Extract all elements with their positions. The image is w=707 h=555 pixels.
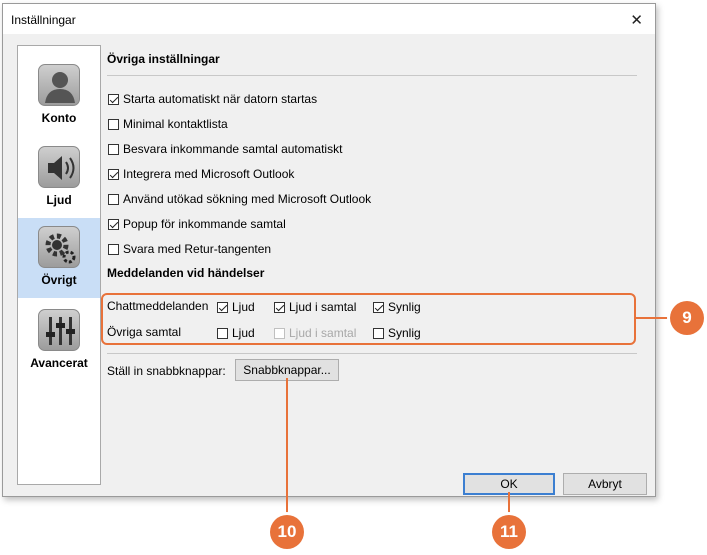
checkbox-label: Ljud i samtal — [289, 326, 357, 340]
callout-10: 10 — [270, 515, 304, 549]
option-minimal-contact-list[interactable]: Minimal kontaktlista — [108, 116, 228, 132]
option-incoming-call-popup[interactable]: Popup för inkommande samtal — [108, 216, 286, 232]
sidebar-item-label: Konto — [41, 111, 77, 125]
divider — [107, 75, 637, 76]
other-calls-visible[interactable]: Synlig — [373, 325, 421, 341]
checkbox[interactable] — [217, 327, 228, 339]
divider — [107, 353, 637, 354]
checkbox[interactable] — [217, 301, 228, 313]
checkbox[interactable] — [108, 243, 119, 255]
shortcuts-label: Ställ in snabbknappar: — [107, 364, 226, 378]
option-outlook-integration[interactable]: Integrera med Microsoft Outlook — [108, 166, 294, 182]
event-label-chat: Chattmeddelanden — [107, 299, 209, 313]
checkbox[interactable] — [373, 327, 384, 339]
callout-leader — [508, 492, 510, 514]
other-calls-sound-in-call: Ljud i samtal — [274, 325, 356, 341]
checkbox[interactable] — [108, 218, 119, 230]
gear-icon — [38, 226, 80, 268]
sidebar: Konto Ljud Övrigt Avancerat — [17, 45, 101, 485]
window-title: Inställningar — [11, 13, 76, 27]
sidebar-item-ovrigt[interactable]: Övrigt — [18, 218, 100, 298]
title-bar: Inställningar ✕ — [3, 4, 655, 34]
checkbox-label: Ljud — [232, 326, 255, 340]
checkbox[interactable] — [108, 93, 119, 105]
checkbox — [274, 327, 285, 339]
chat-sound[interactable]: Ljud — [217, 299, 255, 315]
events-title: Meddelanden vid händelser — [107, 266, 265, 280]
checkbox[interactable] — [108, 143, 119, 155]
callout-leader — [636, 317, 672, 319]
option-label: Starta automatiskt när datorn startas — [123, 92, 318, 106]
checkbox[interactable] — [108, 193, 119, 205]
option-label: Besvara inkommande samtal automatiskt — [123, 142, 343, 156]
option-auto-answer[interactable]: Besvara inkommande samtal automatiskt — [108, 141, 342, 157]
option-answer-with-enter[interactable]: Svara med Retur-tangenten — [108, 241, 271, 257]
checkbox[interactable] — [274, 301, 285, 313]
user-icon — [38, 64, 80, 106]
option-label: Använd utökad sökning med Microsoft Outl… — [123, 192, 372, 206]
sidebar-item-label: Ljud — [46, 193, 72, 207]
callout-9: 9 — [670, 301, 704, 335]
callout-11: 11 — [492, 515, 526, 549]
sidebar-item-label: Avancerat — [30, 356, 88, 370]
sidebar-item-label: Övrigt — [41, 273, 77, 287]
chat-sound-in-call[interactable]: Ljud i samtal — [274, 299, 356, 315]
sidebar-item-avancerat[interactable]: Avancerat — [18, 301, 100, 381]
chat-visible[interactable]: Synlig — [373, 299, 421, 315]
option-label: Minimal kontaktlista — [123, 117, 228, 131]
section-title: Övriga inställningar — [107, 52, 220, 66]
sidebar-item-ljud[interactable]: Ljud — [18, 138, 100, 218]
checkbox[interactable] — [108, 168, 119, 180]
other-calls-sound[interactable]: Ljud — [217, 325, 255, 341]
settings-dialog: Inställningar ✕ Konto Ljud Övrigt Avance… — [2, 3, 656, 497]
checkbox[interactable] — [108, 118, 119, 130]
sidebar-item-konto[interactable]: Konto — [18, 56, 100, 136]
speaker-icon — [38, 146, 80, 188]
option-label: Integrera med Microsoft Outlook — [123, 167, 295, 181]
event-label-other-calls: Övriga samtal — [107, 325, 182, 339]
close-icon[interactable]: ✕ — [630, 11, 643, 29]
checkbox-label: Synlig — [388, 326, 421, 340]
option-extended-outlook-search[interactable]: Använd utökad sökning med Microsoft Outl… — [108, 191, 371, 207]
option-label: Popup för inkommande samtal — [123, 217, 286, 231]
option-autostart[interactable]: Starta automatiskt när datorn startas — [108, 91, 317, 107]
option-label: Svara med Retur-tangenten — [123, 242, 272, 256]
checkbox-label: Synlig — [388, 300, 421, 314]
callout-leader — [286, 378, 288, 514]
cancel-button[interactable]: Avbryt — [563, 473, 647, 495]
sliders-icon — [38, 309, 80, 351]
checkbox[interactable] — [373, 301, 384, 313]
checkbox-label: Ljud — [232, 300, 255, 314]
checkbox-label: Ljud i samtal — [289, 300, 357, 314]
